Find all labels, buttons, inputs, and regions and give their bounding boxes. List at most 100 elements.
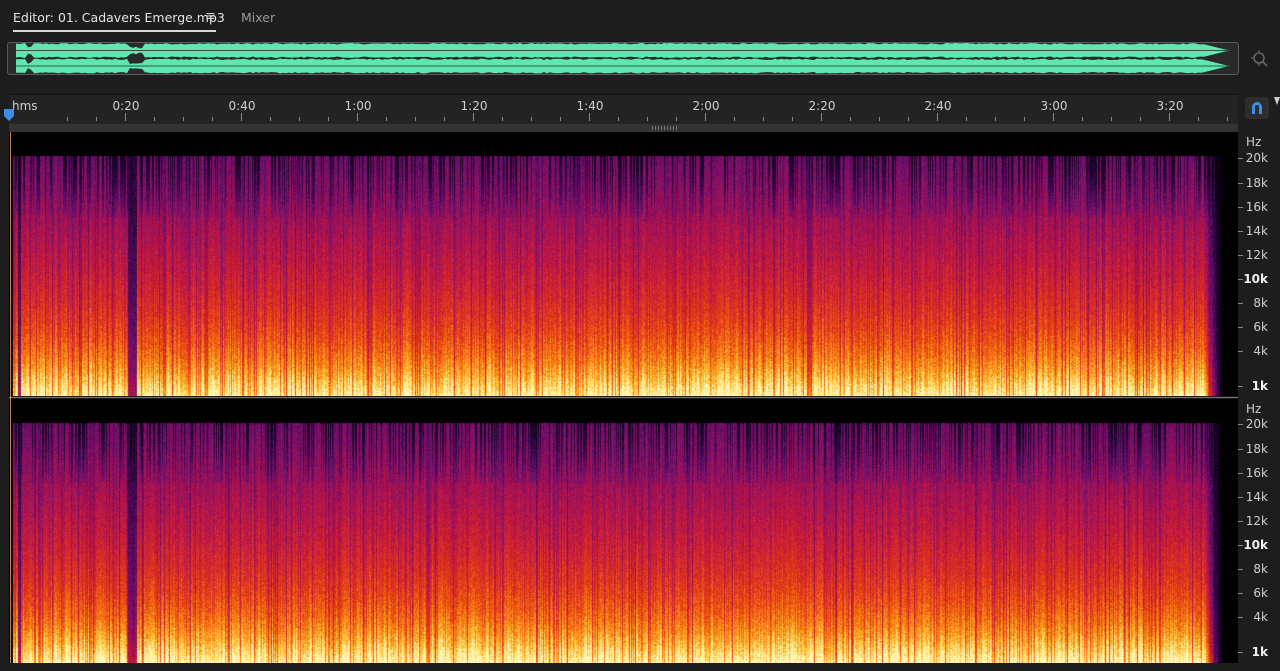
waveform-overview[interactable]: [7, 42, 1239, 75]
frequency-tick: [1238, 593, 1243, 594]
snap-toggle-button[interactable]: [1245, 97, 1269, 119]
channel-separator-line: [9, 397, 1238, 398]
ruler-divider: [9, 124, 1238, 132]
time-tick-label: 1:00: [344, 99, 372, 113]
frequency-tick: [1238, 617, 1243, 618]
time-tick-label: 1:40: [576, 99, 604, 113]
hz-unit-label: Hz: [1246, 402, 1262, 416]
ruler-minor-tick: [792, 117, 793, 121]
magnet-icon: [1252, 102, 1262, 114]
ruler-minor-tick: [299, 117, 300, 121]
overview-waveform: [16, 43, 1230, 74]
ruler-minor-tick: [183, 117, 184, 121]
zoom-magnifier-icon[interactable]: [1249, 48, 1271, 70]
spectrogram-channel-left[interactable]: [9, 132, 1238, 397]
ruler-minor-tick: [966, 117, 967, 121]
ruler-minor-tick: [589, 113, 590, 121]
time-tick-label: 0:40: [228, 99, 256, 113]
ruler-minor-tick: [995, 117, 996, 121]
frequency-label: 1k: [1251, 379, 1268, 393]
panel-overflow-marker[interactable]: [1274, 97, 1280, 105]
frequency-label: 14k: [1245, 490, 1268, 504]
time-tick-label: 2:40: [924, 99, 952, 113]
ruler-minor-tick: [67, 117, 68, 121]
time-ruler[interactable]: hms 0:20 0:40 1:00 1:20 1:40 2:00 2:20 2:40 3:00 3…: [9, 94, 1238, 125]
ruler-minor-tick: [241, 113, 242, 121]
tab-mixer[interactable]: Mixer: [241, 10, 275, 25]
time-tick-label: hms: [12, 99, 38, 113]
ruler-minor-tick: [734, 117, 735, 121]
ruler-minor-tick: [937, 113, 938, 121]
ruler-minor-tick: [1169, 113, 1170, 121]
ruler-minor-tick: [328, 117, 329, 121]
frequency-tick: [1238, 327, 1243, 328]
frequency-tick: [1238, 497, 1243, 498]
frequency-label: 16k: [1245, 200, 1268, 214]
frequency-label: 16k: [1245, 466, 1268, 480]
audition-editor-window: Editor: 01. Cadavers Emerge.mp3 ≡ Mixer …: [0, 0, 1280, 671]
time-tick-label: 2:00: [692, 99, 720, 113]
frequency-axis-right: Hz 20k 18k 16k 14k 12k 10k 8k 6k 4k 1k: [1238, 399, 1280, 663]
frequency-label: 4k: [1253, 344, 1268, 358]
ruler-minor-tick: [386, 117, 387, 121]
frequency-tick: [1238, 279, 1243, 280]
frequency-label: 20k: [1245, 417, 1268, 431]
ruler-minor-tick: [473, 113, 474, 121]
frequency-axis-left: Hz 20k 18k 16k 14k 12k 10k 8k 6k 4k 1k: [1238, 132, 1280, 397]
spectrogram-channel-right[interactable]: [9, 399, 1238, 663]
frequency-tick: [1238, 183, 1243, 184]
ruler-minor-tick: [1227, 117, 1228, 121]
frequency-label: 14k: [1245, 224, 1268, 238]
frequency-label: 8k: [1253, 296, 1268, 310]
ruler-minor-tick: [618, 117, 619, 121]
tab-editor[interactable]: Editor: 01. Cadavers Emerge.mp3: [13, 10, 225, 25]
frequency-tick: [1238, 424, 1243, 425]
frequency-tick: [1238, 652, 1243, 653]
frequency-tick: [1238, 351, 1243, 352]
ruler-minor-tick: [502, 117, 503, 121]
frequency-label: 12k: [1245, 248, 1268, 262]
time-tick-label: 1:20: [460, 99, 488, 113]
frequency-tick: [1238, 545, 1243, 546]
frequency-tick: [1238, 521, 1243, 522]
ruler-minor-tick: [821, 113, 822, 121]
frequency-tick: [1238, 473, 1243, 474]
ruler-minor-tick: [154, 117, 155, 121]
ruler-minor-tick: [676, 117, 677, 121]
frequency-label: 6k: [1253, 586, 1268, 600]
frequency-tick: [1238, 207, 1243, 208]
ruler-minor-tick: [531, 117, 532, 121]
panel-tab-bar: Editor: 01. Cadavers Emerge.mp3 ≡ Mixer: [0, 0, 1280, 38]
time-tick-label: 3:20: [1156, 99, 1184, 113]
ruler-minor-tick: [763, 117, 764, 121]
time-tick-label: 2:20: [808, 99, 836, 113]
frequency-tick: [1238, 158, 1243, 159]
frequency-tick: [1238, 255, 1243, 256]
frequency-label: 1k: [1251, 645, 1268, 659]
frequency-label: 18k: [1245, 442, 1268, 456]
ruler-minor-tick: [1111, 117, 1112, 121]
frequency-tick: [1238, 386, 1243, 387]
playhead-marker-icon[interactable]: [3, 108, 15, 122]
ruler-minor-tick: [850, 117, 851, 121]
time-tick-label: 0:20: [112, 99, 140, 113]
resize-grip[interactable]: [652, 126, 678, 130]
frequency-tick: [1238, 449, 1243, 450]
frequency-tick: [1238, 303, 1243, 304]
hz-unit-label: Hz: [1246, 135, 1262, 149]
frequency-label: 8k: [1253, 562, 1268, 576]
ruler-minor-tick: [908, 117, 909, 121]
ruler-minor-tick: [1198, 117, 1199, 121]
ruler-minor-tick: [879, 117, 880, 121]
frequency-tick: [1238, 231, 1243, 232]
time-tick-label: 3:00: [1040, 99, 1068, 113]
ruler-minor-tick: [1140, 117, 1141, 121]
ruler-minor-tick: [705, 113, 706, 121]
frequency-label: 12k: [1245, 514, 1268, 528]
playhead-line[interactable]: [10, 132, 11, 663]
ruler-minor-tick: [1082, 117, 1083, 121]
ruler-minor-tick: [125, 113, 126, 121]
panel-menu-icon[interactable]: ≡: [205, 9, 216, 24]
ruler-minor-tick: [415, 117, 416, 121]
frequency-tick: [1238, 569, 1243, 570]
